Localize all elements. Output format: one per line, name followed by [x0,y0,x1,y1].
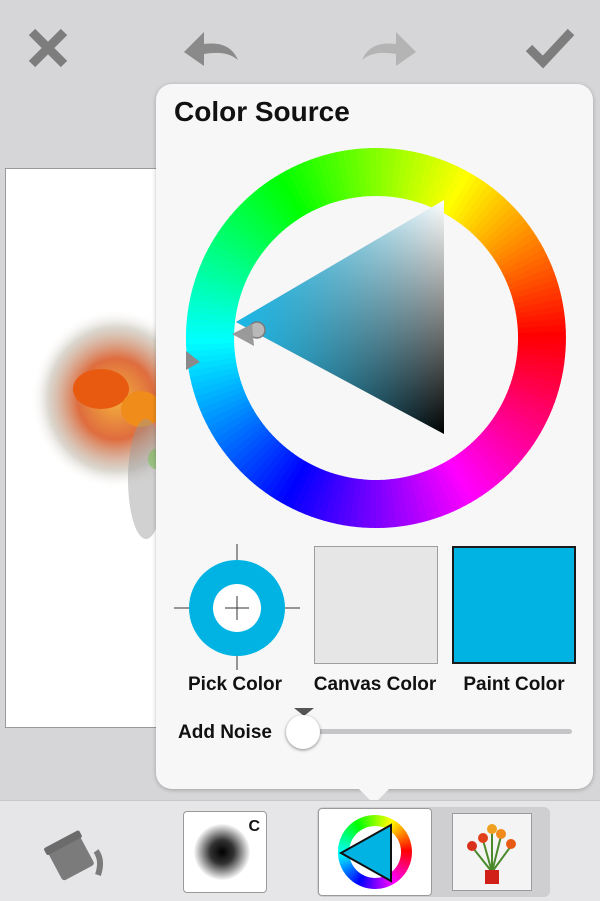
add-noise-slider-knob[interactable] [286,715,320,749]
add-noise-label: Add Noise [178,722,272,743]
canvas-color-label: Canvas Color [313,674,437,695]
popover-title: Color Source [174,96,350,127]
eyedropper-target-icon [174,544,300,670]
hue-wheel[interactable] [186,148,566,528]
redo-icon[interactable] [358,22,422,74]
paint-color-label: Paint Color [463,674,565,695]
brush-badge: C [248,818,260,835]
soft-brush-icon [194,824,250,880]
checkmark-icon[interactable] [524,22,576,74]
pick-color-label: Pick Color [188,674,282,695]
pick-color-button[interactable] [172,542,302,672]
undo-icon[interactable] [178,22,242,74]
tulip-vase-thumbnail [453,814,531,890]
triangle-marker[interactable] [232,324,254,346]
color-source-button[interactable] [318,808,432,896]
canvas-color-swatch[interactable] [314,546,438,664]
top-toolbar [0,0,600,95]
brush-tool-button[interactable]: C [183,811,267,893]
close-icon[interactable] [22,22,74,74]
paint-color-swatch[interactable] [452,546,576,664]
add-noise-slider-track[interactable] [306,729,572,734]
color-wheel-icon [337,815,412,889]
color-source-popover: Color Source Pick Color Canvas Color Pai… [156,84,593,789]
paint-bucket-icon[interactable] [44,825,108,881]
bottom-toolbar: C [0,800,600,901]
reference-image-button[interactable] [452,813,532,891]
